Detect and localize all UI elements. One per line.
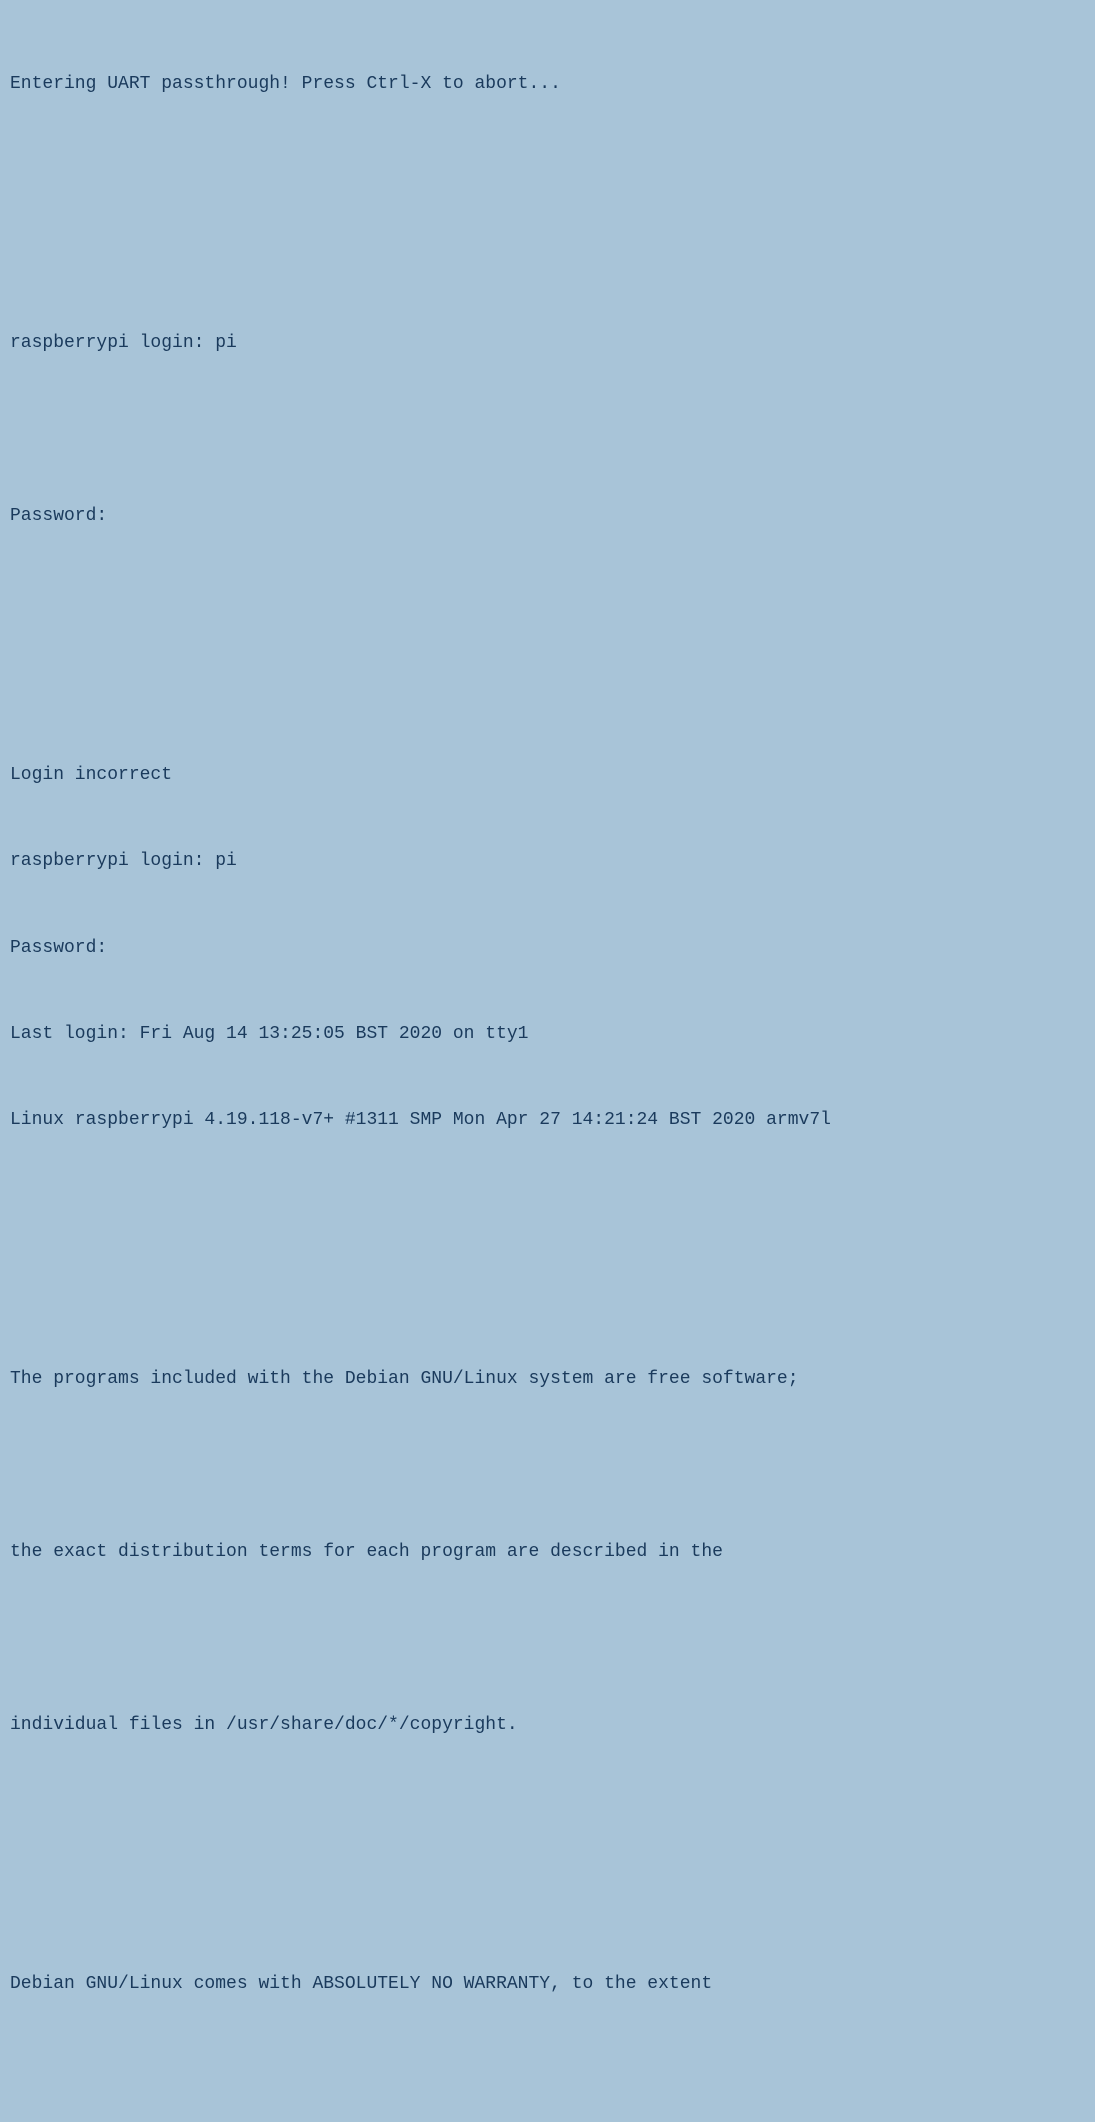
line-password1: Password: (10, 502, 1085, 531)
line-distribution: the exact distribution terms for each pr… (10, 1538, 1085, 1567)
line-login1: raspberrypi login: pi (10, 329, 1085, 358)
blank-4 (10, 588, 1085, 617)
line-password2: Password: (10, 934, 1085, 963)
blank-3 (10, 415, 1085, 444)
line-uart: Entering UART passthrough! Press Ctrl-X … (10, 70, 1085, 99)
blank-11 (10, 1884, 1085, 1913)
blank-2 (10, 242, 1085, 271)
line-individual: individual files in /usr/share/doc/*/cop… (10, 1711, 1085, 1740)
line-last-login: Last login: Fri Aug 14 13:25:05 BST 2020… (10, 1020, 1085, 1049)
line-linux-version: Linux raspberrypi 4.19.118-v7+ #1311 SMP… (10, 1106, 1085, 1135)
blank-7 (10, 1279, 1085, 1308)
blank-8 (10, 1452, 1085, 1481)
blank-10 (10, 1797, 1085, 1826)
line-programs: The programs included with the Debian GN… (10, 1365, 1085, 1394)
blank-5 (10, 674, 1085, 703)
line-debian: Debian GNU/Linux comes with ABSOLUTELY N… (10, 1970, 1085, 1999)
blank-9 (10, 1625, 1085, 1654)
blank-6 (10, 1193, 1085, 1222)
line-login-incorrect: Login incorrect (10, 761, 1085, 790)
line-login2: raspberrypi login: pi (10, 847, 1085, 876)
blank-1 (10, 156, 1085, 185)
blank-12 (10, 2057, 1085, 2086)
terminal-output: Entering UART passthrough! Press Ctrl-X … (10, 12, 1085, 2122)
